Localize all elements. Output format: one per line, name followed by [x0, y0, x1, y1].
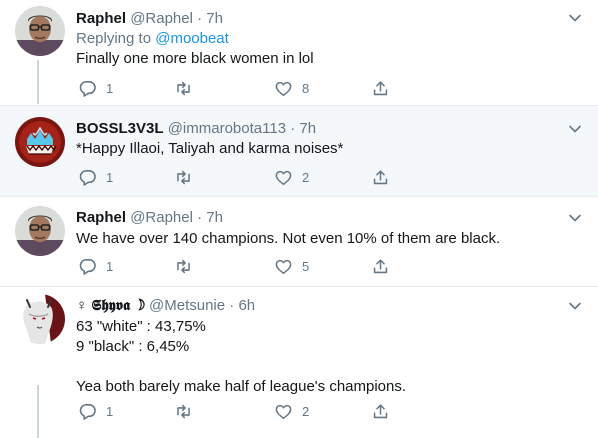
replying-to-label: Replying to — [76, 30, 152, 47]
reply-icon — [78, 168, 97, 187]
like-count: 8 — [302, 81, 310, 96]
tweet[interactable]: BOSSL3V3L @immarobota113 · 7h *Happy Ill… — [0, 106, 598, 196]
timestamp[interactable]: 7h — [206, 10, 223, 27]
like-icon — [274, 257, 293, 276]
reply-count: 1 — [106, 259, 114, 274]
tweet-header: ♀ 𝕾𝖍𝖞𝖛𝖆 ☽ @Metsunie · 6h — [76, 297, 255, 315]
share-button[interactable] — [371, 402, 390, 421]
tweet-header: BOSSL3V3L @immarobota113 · 7h — [76, 120, 316, 138]
tweet[interactable]: Raphel @Raphel · 7h We have over 140 cha… — [0, 197, 598, 286]
chevron-down-icon[interactable] — [568, 301, 582, 311]
timestamp[interactable]: 7h — [299, 120, 316, 137]
retweet-button[interactable] — [174, 257, 202, 276]
like-button[interactable]: 8 — [274, 79, 309, 98]
like-icon — [274, 79, 293, 98]
retweet-icon — [174, 79, 193, 98]
reply-button[interactable]: 1 — [78, 79, 113, 98]
tweet[interactable]: Raphel @Raphel · 7h Replying to @moobeat… — [0, 0, 598, 105]
like-count: 2 — [302, 404, 310, 419]
avatar[interactable] — [15, 6, 65, 56]
chevron-down-icon[interactable] — [568, 13, 582, 23]
timestamp[interactable]: 6h — [238, 297, 255, 314]
dot-separator: · — [197, 10, 203, 27]
reply-icon — [78, 79, 97, 98]
retweet-button[interactable] — [174, 168, 202, 187]
chevron-down-icon[interactable] — [568, 124, 582, 134]
retweet-button[interactable] — [174, 402, 202, 421]
like-icon — [274, 168, 293, 187]
tweet-text: Finally one more black women in lol — [76, 50, 314, 67]
display-name[interactable]: Raphel — [76, 10, 126, 27]
retweet-icon — [174, 168, 193, 187]
user-handle[interactable]: @immarobota113 — [168, 120, 286, 137]
dot-separator: · — [290, 120, 296, 137]
retweet-button[interactable] — [174, 79, 202, 98]
retweet-icon — [174, 257, 193, 276]
replying-to-handle[interactable]: @moobeat — [155, 30, 229, 47]
tweet-text: We have over 140 champions. Not even 10%… — [76, 230, 501, 247]
tweet-header: Raphel @Raphel · 7h — [76, 10, 223, 28]
tweet-header: Raphel @Raphel · 7h — [76, 209, 223, 227]
user-handle[interactable]: @Metsunie — [149, 297, 225, 314]
replying-to: Replying to @moobeat — [76, 30, 229, 48]
share-button[interactable] — [371, 79, 390, 98]
display-name[interactable]: Raphel — [76, 209, 126, 226]
user-handle[interactable]: @Raphel — [130, 209, 193, 226]
avatar[interactable] — [15, 206, 65, 256]
tweet[interactable]: ♀ 𝕾𝖍𝖞𝖛𝖆 ☽ @Metsunie · 6h 63 "white" : 43… — [0, 287, 598, 438]
user-handle[interactable]: @Raphel — [130, 10, 193, 27]
reply-button[interactable]: 1 — [78, 402, 113, 421]
reply-count: 1 — [106, 404, 114, 419]
tweet-text: *Happy Illaoi, Taliyah and karma noises* — [76, 140, 344, 157]
dot-separator: · — [197, 209, 203, 226]
avatar[interactable] — [15, 294, 65, 344]
timestamp[interactable]: 7h — [206, 209, 223, 226]
like-count: 2 — [302, 170, 310, 185]
reply-icon — [78, 402, 97, 421]
like-count: 5 — [302, 259, 310, 274]
reply-count: 1 — [106, 170, 114, 185]
avatar[interactable] — [15, 117, 65, 167]
dot-separator: · — [229, 297, 235, 314]
reply-button[interactable]: 1 — [78, 168, 113, 187]
chevron-down-icon[interactable] — [568, 213, 582, 223]
reply-button[interactable]: 1 — [78, 257, 113, 276]
tweet-text: 63 "white" : 43,75% 9 "black" : 6,45% Ye… — [76, 318, 407, 395]
like-button[interactable]: 2 — [274, 168, 309, 187]
reply-icon — [78, 257, 97, 276]
share-icon — [371, 402, 390, 421]
like-icon — [274, 402, 293, 421]
display-name[interactable]: ♀ 𝕾𝖍𝖞𝖛𝖆 ☽ — [76, 297, 145, 314]
share-button[interactable] — [371, 168, 390, 187]
display-name[interactable]: BOSSL3V3L — [76, 120, 164, 137]
reply-count: 1 — [106, 81, 114, 96]
share-icon — [371, 168, 390, 187]
share-button[interactable] — [371, 257, 390, 276]
retweet-icon — [174, 402, 193, 421]
like-button[interactable]: 5 — [274, 257, 309, 276]
like-button[interactable]: 2 — [274, 402, 309, 421]
share-icon — [371, 257, 390, 276]
share-icon — [371, 79, 390, 98]
